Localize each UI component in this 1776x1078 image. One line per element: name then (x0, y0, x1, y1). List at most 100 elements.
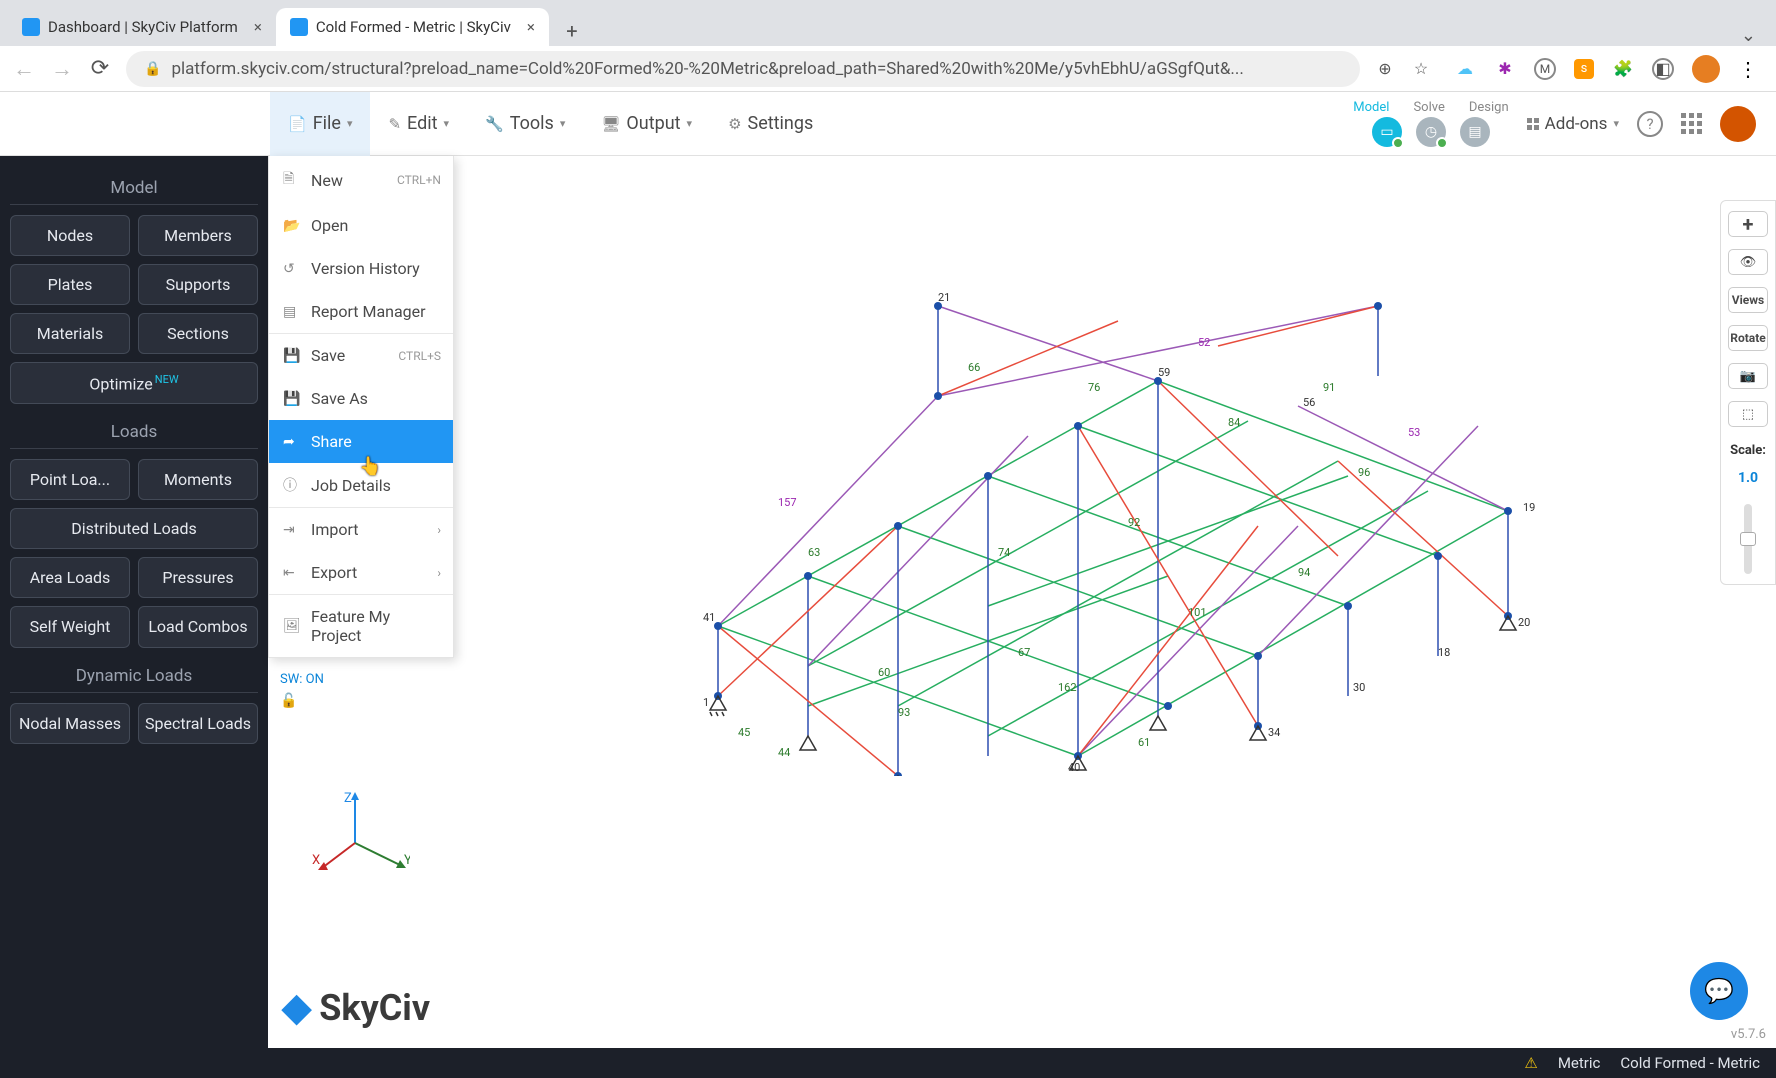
import-icon: ⇥ (283, 522, 299, 538)
status-filename[interactable]: Cold Formed - Metric (1620, 1054, 1760, 1072)
export-icon: ⇤ (283, 565, 299, 581)
forward-button[interactable]: → (50, 56, 74, 82)
sidebar-point-loads-button[interactable]: Point Loa... (10, 459, 130, 500)
settings-button[interactable]: ⚙ Settings (710, 92, 831, 156)
menu-report-manager[interactable]: ▤ Report Manager (269, 290, 453, 333)
sidebar-sections-button[interactable]: Sections (138, 313, 258, 354)
zoom-in-button[interactable]: + (1728, 211, 1768, 237)
profile-avatar[interactable] (1692, 55, 1720, 83)
svg-text:34: 34 (1268, 726, 1280, 739)
left-sidebar: Model Nodes Members Plates Supports Mate… (0, 156, 268, 1048)
screenshot-button[interactable]: 📷 (1728, 363, 1768, 389)
browser-tab-dashboard[interactable]: Dashboard | SkyCiv Platform × (8, 8, 276, 46)
extension-icon[interactable]: ✱ (1494, 58, 1516, 80)
svg-text:92: 92 (1128, 516, 1140, 529)
back-button[interactable]: ← (12, 56, 36, 82)
box-view-button[interactable]: ⬚ (1728, 401, 1768, 427)
url-field[interactable]: 🔒 platform.skyciv.com/structural?preload… (126, 51, 1360, 87)
menu-import[interactable]: ⇥ Import › (269, 508, 453, 551)
file-dropdown-menu: 🗎 New CTRL+N 📂 Open ↺ Version History ▤ … (268, 156, 454, 658)
save-as-icon: 💾 (283, 391, 299, 407)
svg-text:157: 157 (778, 496, 797, 509)
addons-button[interactable]: Add-ons ▾ (1527, 114, 1619, 134)
chevron-down-icon: ▾ (1613, 117, 1619, 130)
logo-mark-icon: ◆ (282, 985, 311, 1030)
mode-model-button[interactable]: ▭ (1372, 117, 1402, 147)
tab-list-chevron-icon[interactable]: ⌄ (1729, 25, 1768, 46)
svg-text:74: 74 (998, 546, 1010, 559)
output-menu-button[interactable]: 🖥 Output ▾ (583, 92, 710, 156)
extension-icon[interactable]: s (1574, 59, 1594, 79)
browser-tab-active[interactable]: Cold Formed - Metric | SkyCiv × (276, 8, 549, 46)
visibility-toggle-button[interactable]: 👁 (1728, 249, 1768, 275)
scale-slider[interactable] (1744, 504, 1752, 574)
menu-save[interactable]: 💾 Save CTRL+S (269, 334, 453, 377)
image-icon: 🖼 (283, 618, 299, 634)
app-toolbar: 📄 File ▾ ✎ Edit ▾ 🔧 Tools ▾ 🖥 Output ▾ ⚙… (0, 92, 1776, 156)
close-icon[interactable]: × (254, 18, 262, 36)
file-menu-button[interactable]: 📄 File ▾ (270, 92, 370, 156)
sidebar-area-loads-button[interactable]: Area Loads (10, 557, 130, 598)
mode-design-button[interactable]: ▤ (1460, 117, 1490, 147)
edit-menu-button[interactable]: ✎ Edit ▾ (370, 92, 467, 156)
svg-text:76: 76 (1088, 381, 1100, 394)
svg-text:94: 94 (1298, 566, 1310, 579)
extensions-icon[interactable]: 🧩 (1612, 58, 1634, 80)
sidebar-moments-button[interactable]: Moments (138, 459, 258, 500)
slider-thumb[interactable] (1740, 532, 1756, 546)
menu-export[interactable]: ⇤ Export › (269, 551, 453, 594)
rotate-button[interactable]: Rotate (1728, 325, 1768, 351)
axis-gizmo[interactable]: Z Y X (310, 788, 410, 888)
user-avatar[interactable] (1720, 106, 1756, 142)
sidebar-supports-button[interactable]: Supports (138, 264, 258, 305)
apps-button[interactable] (1681, 113, 1702, 134)
sidebar-materials-button[interactable]: Materials (10, 313, 130, 354)
install-icon[interactable]: ⊕ (1374, 58, 1396, 80)
chat-button[interactable]: 💬 (1690, 962, 1748, 1020)
sidebar-optimize-button[interactable]: OptimizeNEW (10, 362, 258, 404)
model-canvas[interactable]: 442861 6067101 949274 639684 766691 4516… (268, 156, 1776, 1048)
mode-label-solve: Solve (1413, 100, 1444, 115)
warning-icon[interactable]: ⚠ (1524, 1054, 1537, 1072)
extension-icon[interactable]: M (1534, 58, 1556, 80)
tab-title: Dashboard | SkyCiv Platform (48, 18, 238, 36)
view-tools-panel: + 👁 Views Rotate 📷 ⬚ Scale: 1.0 (1720, 200, 1776, 585)
sidebar-members-button[interactable]: Members (138, 215, 258, 256)
sidebar-nodal-masses-button[interactable]: Nodal Masses (10, 703, 130, 744)
mode-solve-button[interactable]: ◷ (1416, 117, 1446, 147)
shortcut-label: CTRL+N (397, 173, 441, 187)
sidebar-plates-button[interactable]: Plates (10, 264, 130, 305)
menu-new[interactable]: 🗎 New CTRL+N (269, 156, 453, 204)
document-icon: 🗎 (283, 168, 299, 192)
cursor-icon: 👆 (359, 456, 381, 477)
views-button[interactable]: Views (1728, 287, 1768, 313)
sidebar-nodes-button[interactable]: Nodes (10, 215, 130, 256)
sidebar-distributed-loads-button[interactable]: Distributed Loads (10, 508, 258, 549)
menu-save-as[interactable]: 💾 Save As (269, 377, 453, 420)
svg-text:44: 44 (778, 746, 790, 759)
svg-text:101: 101 (1188, 606, 1207, 619)
bookmark-icon[interactable]: ☆ (1410, 58, 1432, 80)
browser-menu-icon[interactable]: ⋮ (1738, 57, 1756, 81)
menu-version-history[interactable]: ↺ Version History (269, 247, 453, 290)
sidebar-spectral-loads-button[interactable]: Spectral Loads (138, 703, 258, 744)
help-button[interactable]: ? (1637, 111, 1663, 137)
close-icon[interactable]: × (527, 18, 535, 36)
sidebar-load-combos-button[interactable]: Load Combos (138, 606, 258, 647)
status-units[interactable]: Metric (1558, 1054, 1601, 1072)
side-panel-icon[interactable]: ◧ (1652, 58, 1674, 80)
menu-open[interactable]: 📂 Open (269, 204, 453, 247)
sidebar-self-weight-button[interactable]: Self Weight (10, 606, 130, 647)
shortcut-label: CTRL+S (398, 349, 441, 363)
chevron-down-icon: ▾ (347, 117, 353, 130)
svg-text:63: 63 (808, 546, 820, 559)
unlock-icon[interactable]: 🔓 (280, 693, 383, 709)
new-tab-button[interactable]: + (557, 16, 587, 46)
sidebar-pressures-button[interactable]: Pressures (138, 557, 258, 598)
menu-feature-project[interactable]: 🖼 Feature My Project (269, 595, 453, 657)
svg-text:Z: Z (344, 791, 352, 806)
extension-icon[interactable]: ☁ (1454, 58, 1476, 80)
chevron-down-icon: ▾ (560, 117, 566, 130)
reload-button[interactable]: ⟳ (88, 56, 112, 81)
tools-menu-button[interactable]: 🔧 Tools ▾ (467, 92, 583, 156)
